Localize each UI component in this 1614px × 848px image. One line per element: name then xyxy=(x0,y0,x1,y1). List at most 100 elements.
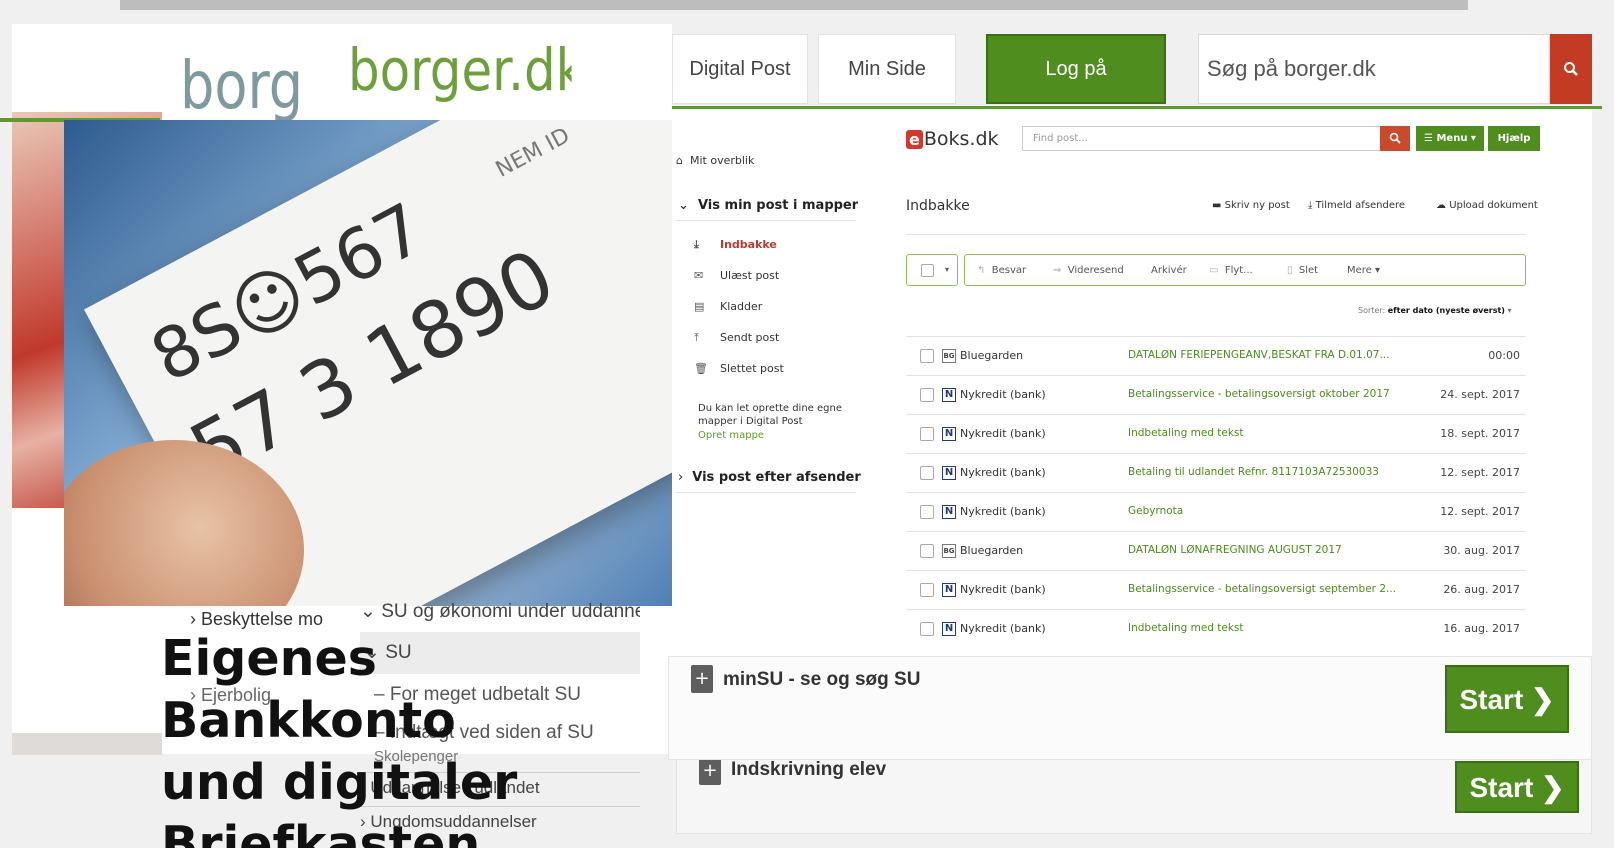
document-icon: ▤ xyxy=(694,300,705,313)
create-folder-link[interactable]: Opret mappe xyxy=(698,430,764,441)
select-all-dropdown[interactable]: ▾ xyxy=(906,254,958,286)
folder-inbox[interactable]: ⤓ Indbakke xyxy=(694,238,777,252)
message-checkbox[interactable] xyxy=(920,583,934,597)
nav-digital-post[interactable]: Digital Post xyxy=(672,34,808,104)
message-sender: Nykredit (bank) xyxy=(960,466,1046,479)
folders-heading[interactable]: ⌄ Vis min post i mapper xyxy=(678,198,858,213)
overview-link[interactable]: ⌂ Mit overblik xyxy=(676,154,754,167)
outbox-icon: ⤒ xyxy=(694,331,699,344)
more-button[interactable]: Mere ▾ xyxy=(1347,265,1380,276)
caret-down-icon: ▾ xyxy=(945,265,950,274)
eboks-window: e Boks.dk Find post... ☰ Menu ▾ Hjælp ⌂ M… xyxy=(672,110,1592,656)
sender-logo-icon: BG xyxy=(942,544,956,558)
compose-icon: ▬ xyxy=(1212,200,1222,211)
message-date: 26. aug. 2017 xyxy=(1443,583,1520,596)
move-button[interactable]: ▭ Flyt... xyxy=(1209,265,1253,276)
message-checkbox[interactable] xyxy=(920,466,934,480)
delete-button[interactable]: ▯ Slet xyxy=(1287,265,1318,276)
folder-deleted[interactable]: 🗑 Slettet post xyxy=(694,362,784,375)
sort-control[interactable]: Sorter: efter dato (nyeste øverst) ▾ xyxy=(1358,306,1512,315)
borger-logo[interactable]: borger.dk xyxy=(348,30,572,110)
action-bar: ↰ Besvar ⇒ Videresend Arkivér ▭ Flyt... … xyxy=(964,254,1526,286)
sender-logo-icon: N xyxy=(942,388,956,402)
message-checkbox[interactable] xyxy=(920,622,934,636)
folder-unread[interactable]: ✉ Ulæst post xyxy=(694,269,779,282)
message-subject[interactable]: Betalingsservice - betalingsoversigt sep… xyxy=(1128,583,1396,595)
folder-sent[interactable]: ⤒ Sendt post xyxy=(694,331,779,345)
trash-icon: 🗑 xyxy=(694,362,708,375)
select-all-checkbox[interactable] xyxy=(921,264,934,277)
search-icon xyxy=(1564,62,1578,76)
menu-button[interactable]: ☰ Menu ▾ xyxy=(1416,126,1484,151)
message-date: 30. aug. 2017 xyxy=(1443,544,1520,557)
expand-icon[interactable]: + xyxy=(691,665,713,693)
expand-icon[interactable]: + xyxy=(699,757,721,785)
message-date: 12. sept. 2017 xyxy=(1440,505,1520,518)
message-row[interactable]: BG Bluegarden DATALØN LØNAFREGNING AUGUST … xyxy=(906,531,1526,570)
folder-drafts[interactable]: ▤ Kladder xyxy=(694,300,762,313)
subscribe-senders-button[interactable]: ⤓ Tilmeld afsendere xyxy=(1308,200,1405,211)
message-sender: Nykredit (bank) xyxy=(960,583,1046,596)
message-subject[interactable]: Gebyrnota xyxy=(1128,505,1183,517)
start-button-minsu[interactable]: Start ❯ xyxy=(1445,665,1569,733)
message-row[interactable]: N Nykredit (bank) Indbetaling med tekst 18.… xyxy=(906,414,1526,453)
message-row[interactable]: N Nykredit (bank) Betalingsservice - betal… xyxy=(906,375,1526,414)
headline-line: Eigenes xyxy=(161,630,377,687)
su-menu-item[interactable]: ⌄ SU og økonomi under uddannelse xyxy=(360,600,640,623)
message-sender: Bluegarden xyxy=(960,349,1024,362)
chevron-down-icon: ⌄ xyxy=(678,198,689,213)
write-post-button[interactable]: ▬ Skriv ny post xyxy=(1212,200,1290,211)
borger-search-button[interactable] xyxy=(1550,34,1592,104)
message-row[interactable]: BG Bluegarden DATALØN FERIEPENGEANV,BESKAT… xyxy=(906,336,1526,375)
sender-logo-icon: N xyxy=(942,505,956,519)
reply-button[interactable]: ↰ Besvar xyxy=(977,265,1026,276)
message-checkbox[interactable] xyxy=(920,544,934,558)
message-sender: Nykredit (bank) xyxy=(960,622,1046,635)
message-subject[interactable]: Betalingsservice - betalingsoversigt okt… xyxy=(1128,388,1390,400)
start-button-indskrivning[interactable]: Start ❯ xyxy=(1455,761,1579,813)
message-checkbox[interactable] xyxy=(920,505,934,519)
message-date: 00:00 xyxy=(1488,349,1520,362)
forward-button[interactable]: ⇒ Videresend xyxy=(1053,265,1124,276)
sender-logo-icon: N xyxy=(942,583,956,597)
message-date: 18. sept. 2017 xyxy=(1440,427,1520,440)
message-row[interactable]: N Nykredit (bank) Gebyrnota 12. sept. 2017 xyxy=(906,492,1526,531)
borger-search-input[interactable]: Søg på borger.dk xyxy=(1198,34,1550,104)
message-checkbox[interactable] xyxy=(920,388,934,402)
reply-icon: ↰ xyxy=(977,265,986,276)
grey-strip xyxy=(12,733,162,755)
message-checkbox[interactable] xyxy=(920,427,934,441)
upload-document-button[interactable]: ☁ Upload dokument xyxy=(1436,200,1538,211)
login-button[interactable]: Log på xyxy=(986,34,1166,104)
find-post-button[interactable] xyxy=(1380,126,1410,151)
message-subject[interactable]: Betaling til udlandet Refnr. 8117103A725… xyxy=(1128,466,1379,478)
message-row[interactable]: N Nykredit (bank) Indbetaling med tekst 16.… xyxy=(906,609,1526,648)
nav-min-side[interactable]: Min Side xyxy=(818,34,956,104)
sender-logo-icon: BG xyxy=(942,349,956,363)
inbox-icon: ⤓ xyxy=(694,238,699,251)
message-checkbox[interactable] xyxy=(920,349,934,363)
help-button[interactable]: Hjælp xyxy=(1488,126,1540,151)
senders-heading[interactable]: › Vis post efter afsender xyxy=(678,470,861,485)
envelope-icon: ✉ xyxy=(694,269,704,282)
message-subject[interactable]: Indbetaling med tekst xyxy=(1128,622,1244,634)
message-date: 12. sept. 2017 xyxy=(1440,466,1520,479)
message-subject[interactable]: Indbetaling med tekst xyxy=(1128,427,1244,439)
message-subject[interactable]: DATALØN LØNAFREGNING AUGUST 2017 xyxy=(1128,544,1342,556)
folder-icon: ▭ xyxy=(1209,265,1219,276)
eboks-logo[interactable]: e Boks.dk xyxy=(906,128,999,150)
message-row[interactable]: N Nykredit (bank) Betalingsservice - betal… xyxy=(906,570,1526,609)
message-row[interactable]: N Nykredit (bank) Betaling til udlandet Re… xyxy=(906,453,1526,492)
archive-button[interactable]: Arkivér xyxy=(1151,265,1187,276)
find-post-input[interactable]: Find post... xyxy=(1022,126,1382,151)
menu-item-beskyttelse[interactable]: › Beskyttelse mo xyxy=(190,609,323,630)
home-icon: ⌂ xyxy=(676,154,683,167)
card-brand-text: NEM ID xyxy=(491,123,575,183)
headline-line: Briefkasten xyxy=(161,816,481,848)
borger-logo-fragment: borge xyxy=(180,48,305,124)
minsu-panel: + minSU - se og søg SU Start ❯ xyxy=(668,656,1592,760)
message-date: 24. sept. 2017 xyxy=(1440,388,1520,401)
headline: Eigenes Bankkonto und digitaler Briefkas… xyxy=(161,628,517,848)
message-subject[interactable]: DATALØN FERIEPENGEANV,BESKAT FRA D.01.07… xyxy=(1128,349,1389,361)
message-sender: Nykredit (bank) xyxy=(960,427,1046,440)
